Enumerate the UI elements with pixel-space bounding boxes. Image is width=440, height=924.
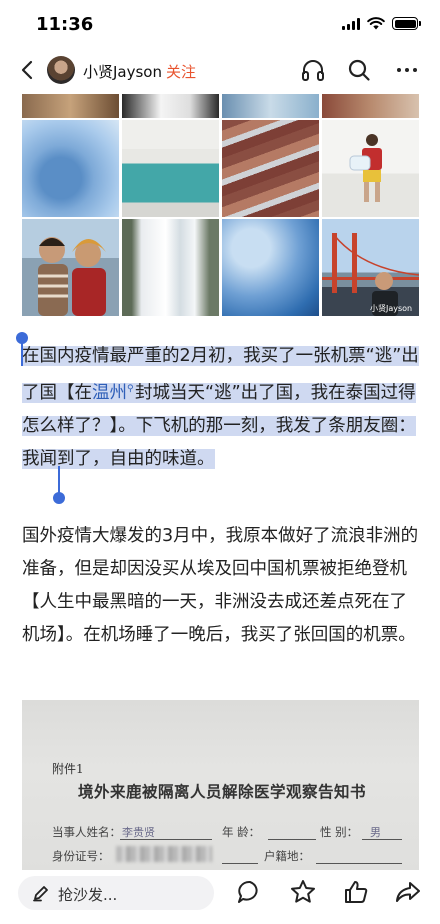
couple-photo-figure [38, 237, 106, 316]
pen-icon [33, 886, 48, 902]
comment-placeholder: 抢沙发... [58, 886, 118, 904]
doc-attach-label: 附件1 [52, 762, 84, 776]
wifi-icon [367, 17, 385, 30]
photo-tile[interactable] [122, 120, 219, 217]
doc-title: 境外来鹿被隔离人员解除医学观察告知书 [78, 782, 367, 801]
author-name[interactable]: 小贤Jayson [83, 61, 162, 82]
signal-icon [342, 17, 360, 30]
document-photo[interactable]: 附件1 境外来鹿被隔离人员解除医学观察告知书 当事人姓名： 李贵贤 年 龄： 性… [22, 700, 419, 872]
photo-tile[interactable] [322, 94, 419, 118]
doc-hometown-label: 户籍地： [264, 849, 310, 863]
follow-button[interactable]: 关注 [166, 61, 196, 82]
share-icon[interactable] [394, 878, 422, 906]
comment-icon[interactable] [236, 878, 264, 906]
status-icons [342, 17, 421, 30]
avatar[interactable] [47, 56, 75, 84]
star-icon[interactable] [289, 878, 317, 906]
back-icon[interactable] [16, 58, 40, 82]
more-icon[interactable] [394, 57, 420, 83]
watermark-text: 小贤Jayson [370, 304, 412, 313]
nav-bar: 小贤Jayson 关注 [0, 48, 440, 94]
doc-gender-label: 性 别： [320, 825, 359, 839]
doc-id-redacted [116, 846, 212, 862]
doc-id-label: 身份证号： [52, 849, 110, 863]
selection-end-handle[interactable] [53, 492, 65, 504]
doc-name-value: 李贵贤 [122, 826, 155, 839]
status-bar: 11:36 [0, 0, 440, 48]
photo-tile[interactable] [22, 120, 119, 217]
selection-start-bar [21, 340, 23, 366]
comment-input[interactable]: 抢沙发... [18, 876, 214, 910]
person-photo-figure [349, 134, 382, 202]
doc-name-label: 当事人姓名： [52, 825, 121, 839]
article-paragraph: 国外疫情大爆发的3月中，我原本做好了流浪非洲的准备，但是却因没买从埃及回中国机票… [22, 526, 419, 645]
status-time: 11:36 [36, 14, 94, 35]
location-link[interactable]: 温州 [92, 382, 127, 403]
doc-gender-value: 男 [370, 826, 381, 839]
photo-tile[interactable] [222, 94, 319, 118]
search-icon[interactable] [346, 57, 372, 83]
photo-tile[interactable] [122, 94, 219, 118]
thumbs-up-icon[interactable] [342, 878, 370, 906]
headphones-icon[interactable] [300, 57, 326, 83]
bridge-photo-figure: 小贤Jayson [322, 233, 419, 316]
photo-tile[interactable] [222, 219, 319, 316]
bottom-toolbar: 抢沙发... [0, 870, 440, 924]
article-paragraph-selected[interactable]: 在国内疫情最严重的2月初，我买了一张机票“逃”出了国【在温州⚲封城当天“逃”出了… [22, 340, 422, 476]
photo-grid[interactable]: 小贤Jayson [22, 94, 419, 316]
photo-tile[interactable] [222, 120, 319, 217]
photo-tile[interactable] [122, 219, 219, 316]
doc-age-label: 年 龄： [222, 825, 261, 839]
battery-icon [392, 17, 421, 30]
photo-tile[interactable] [22, 94, 119, 118]
location-pin-icon: ⚲ [127, 382, 135, 403]
